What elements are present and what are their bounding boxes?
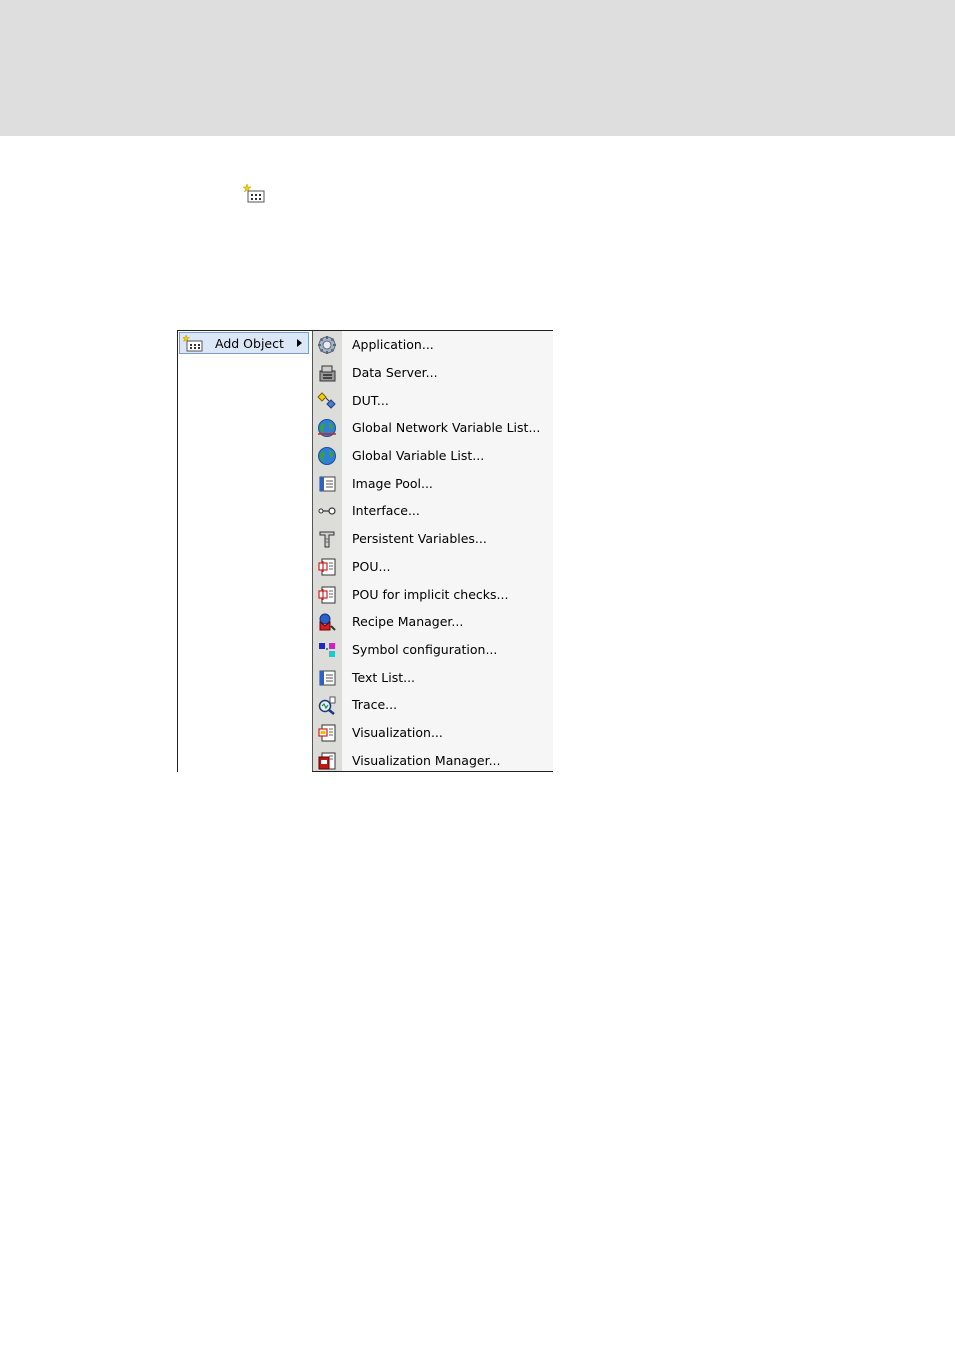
submenu-item-label: Global Variable List...	[352, 448, 485, 463]
submenu-item-label: DUT...	[352, 393, 389, 408]
submenu-item-label: POU for implicit checks...	[352, 587, 509, 602]
add-object-icon	[243, 183, 265, 203]
trace-icon	[318, 696, 336, 715]
submenu-item-persistent-variables[interactable]: Persistent Variables...	[313, 525, 553, 552]
submenu-item-global-variable-list[interactable]: Global Variable List...	[313, 442, 553, 469]
submenu-item-pou-for-implicit-checks[interactable]: POU for implicit checks...	[313, 581, 553, 608]
submenu-item-application[interactable]: Application...	[313, 331, 553, 358]
submenu-item-symbol-configuration[interactable]: Symbol configuration...	[313, 636, 553, 663]
submenu-item-label: Data Server...	[352, 365, 438, 380]
submenu-item-label: Global Network Variable List...	[352, 420, 541, 435]
submenu-item-dut[interactable]: DUT...	[313, 387, 553, 414]
submenu-item-interface[interactable]: Interface...	[313, 497, 553, 524]
submenu-arrow-icon	[297, 339, 302, 347]
pou-icon	[318, 558, 336, 576]
submenu-item-recipe-manager[interactable]: Recipe Manager...	[313, 608, 553, 635]
submenu-item-label: Visualization Manager...	[352, 753, 501, 768]
submenu-item-label: Recipe Manager...	[352, 614, 464, 629]
symbol-configuration-icon	[319, 643, 335, 657]
submenu-item-data-server[interactable]: Data Server...	[313, 359, 553, 386]
persistent-variables-icon	[319, 531, 335, 548]
globe-icon	[318, 447, 336, 465]
text-list-icon	[319, 670, 336, 686]
submenu-item-label: Text List...	[352, 670, 416, 685]
submenu-item-label: Symbol configuration...	[352, 642, 498, 657]
page: Add Object Application... Data Server...…	[0, 0, 955, 1350]
submenu-item-image-pool[interactable]: Image Pool...	[313, 470, 553, 497]
submenu-item-label: Persistent Variables...	[352, 531, 487, 546]
visualization-icon	[318, 724, 336, 742]
submenu-item-label: Visualization...	[352, 725, 443, 740]
submenu-item-global-network-variable-list[interactable]: Global Network Variable List...	[313, 414, 553, 441]
submenu-item-visualization[interactable]: Visualization...	[313, 719, 553, 746]
add-object-icon	[183, 335, 203, 352]
data-server-icon	[319, 365, 336, 382]
image-pool-icon	[319, 476, 336, 492]
submenu-item-label: Image Pool...	[352, 476, 433, 491]
submenu-item-label: Trace...	[352, 697, 398, 712]
submenu-item-trace[interactable]: Trace...	[313, 691, 553, 718]
menu-item-label: Add Object	[215, 336, 284, 351]
add-object-submenu: Application... Data Server... DUT... Glo…	[312, 331, 553, 771]
application-gear-icon	[318, 336, 336, 354]
submenu-item-pou[interactable]: POU...	[313, 553, 553, 580]
menu-item-add-object[interactable]: Add Object	[179, 332, 309, 354]
recipe-manager-icon	[319, 613, 336, 631]
submenu-item-label: Interface...	[352, 503, 420, 518]
submenu-item-label: Application...	[352, 337, 434, 352]
submenu-item-visualization-manager[interactable]: Visualization Manager...	[313, 747, 553, 774]
context-menu: Add Object Application... Data Server...…	[177, 330, 553, 773]
visualization-manager-icon	[318, 752, 336, 770]
interface-icon	[318, 507, 336, 515]
globe-network-icon	[318, 419, 336, 437]
dut-icon	[317, 392, 336, 409]
submenu-item-text-list[interactable]: Text List...	[313, 664, 553, 691]
pou-checks-icon	[318, 586, 336, 604]
submenu-item-label: POU...	[352, 559, 391, 574]
header-band	[0, 0, 955, 136]
parent-menu: Add Object	[178, 331, 312, 773]
